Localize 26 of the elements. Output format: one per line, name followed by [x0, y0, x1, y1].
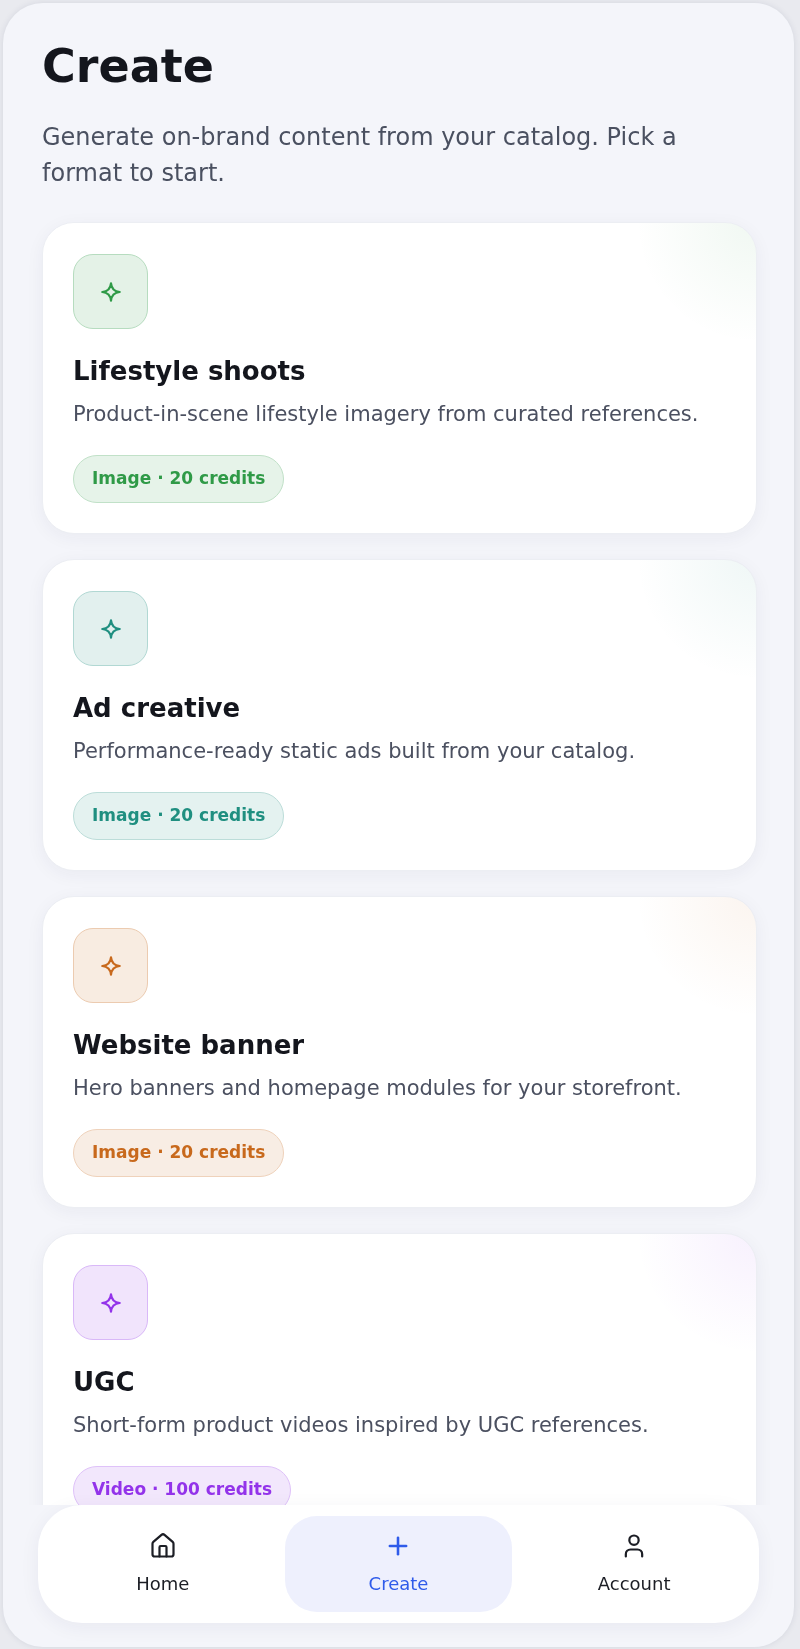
sparkle-icon — [73, 254, 148, 329]
sparkle-icon — [73, 591, 148, 666]
card-title: Lifestyle shoots — [73, 356, 306, 386]
credits-tag: Image · 20 credits — [73, 1129, 285, 1177]
page-title: Create — [42, 38, 214, 94]
credits-tag: Image · 20 credits — [73, 455, 285, 503]
card-description: Performance-ready static ads built from your catalog. — [73, 738, 636, 765]
nav-tab[interactable]: Home — [49, 1516, 277, 1612]
nav-tab[interactable]: Create — [284, 1516, 513, 1612]
card-description: Hero banners and homepage modules for your storefront. — [73, 1075, 682, 1102]
sparkle-icon — [73, 1265, 148, 1340]
credits-tag: Video · 100 credits — [73, 1466, 291, 1505]
format-card[interactable]: Website banner Hero banners and homepage modules for your storefront. Image · 20 credits — [42, 896, 757, 1208]
home-icon — [148, 1532, 177, 1560]
card-title: Ad creative — [73, 693, 241, 723]
format-card[interactable]: UGC Short-form product videos inspired by UGC references. Video · 100 credits — [42, 1233, 757, 1505]
format-card[interactable]: Ad creative Performance-ready static ads built from your catalog. Image · 20 credits — [42, 559, 757, 871]
nav-tab[interactable]: Account — [520, 1516, 748, 1612]
card-title: UGC — [73, 1367, 135, 1397]
sparkle-icon — [73, 928, 148, 1003]
card-description: Short-form product videos inspired by UGC references. — [73, 1412, 649, 1439]
card-title: Website banner — [73, 1030, 305, 1060]
format-card[interactable]: Lifestyle shoots Product-in-scene lifestyle imagery from curated references. Image · 20 credits — [42, 222, 757, 534]
credits-tag: Image · 20 credits — [73, 792, 285, 840]
card-description: Product-in-scene lifestyle imagery from curated references. — [73, 401, 699, 428]
page-subtitle: Generate on-brand content from your catalog. Pick a format to start. — [42, 122, 678, 189]
